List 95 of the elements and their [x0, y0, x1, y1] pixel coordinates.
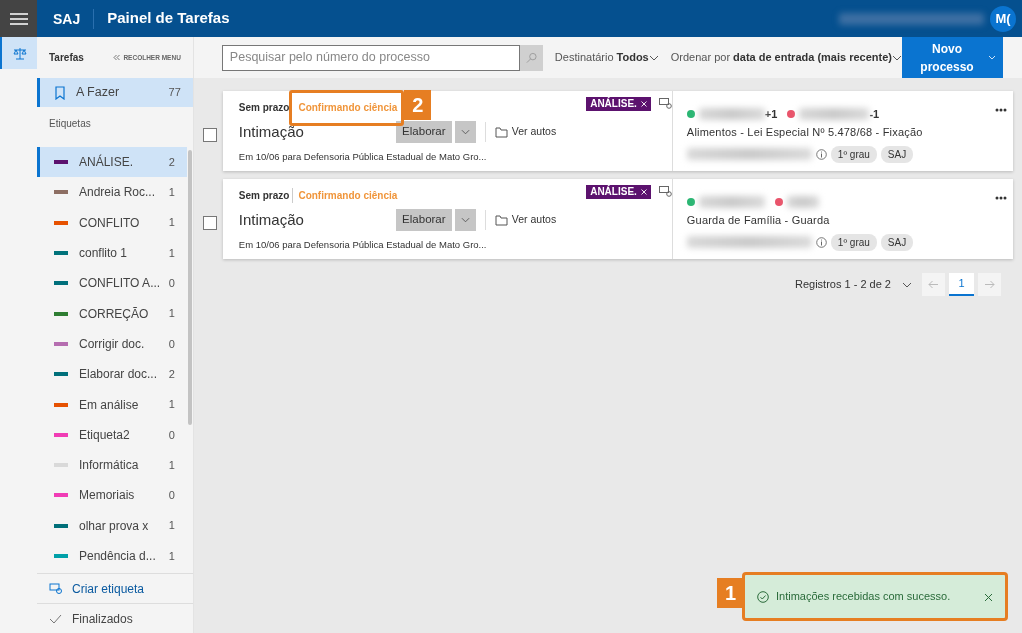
- page-title: Painel de Tarefas: [106, 8, 230, 29]
- arrow-left-icon: [928, 280, 939, 289]
- label-item[interactable]: Em análise 1: [37, 389, 187, 420]
- sort-dropdown[interactable]: Ordenar por data de entrada (mais recente): [670, 49, 902, 66]
- label-item[interactable]: Informática 1: [37, 449, 187, 481]
- minus-dot: [787, 110, 796, 118]
- user-avatar[interactable]: M(: [990, 5, 1016, 32]
- deadline-text: Sem prazo: [238, 188, 290, 203]
- label-item[interactable]: Corrigir doc. 0: [37, 328, 187, 360]
- records-summary: Registros 1 - 2 de 2: [795, 277, 891, 293]
- party-count: -1: [869, 106, 880, 122]
- chevron-down-icon: [648, 54, 659, 61]
- search-button[interactable]: [519, 44, 543, 71]
- menu-icon: [9, 12, 28, 25]
- task-checkbox[interactable]: [202, 216, 217, 230]
- tag-chip[interactable]: ANÁLISE.: [586, 185, 651, 199]
- subject-text: Guarda de Família - Guarda: [686, 213, 831, 228]
- toast-message: Intimações recebidas com sucesso.: [776, 589, 951, 605]
- app-logo: SAJ: [40, 8, 95, 29]
- more-icon: [995, 196, 1007, 201]
- tasks-nav-button[interactable]: [0, 37, 37, 69]
- plus-dot: [686, 110, 695, 118]
- search-icon: [525, 51, 537, 64]
- remove-tag-icon: [640, 189, 647, 196]
- plus-dot: [686, 198, 695, 206]
- label-item[interactable]: Andreia Roc... 1: [37, 177, 187, 208]
- remove-tag-icon: [640, 101, 647, 108]
- chevron-down-icon: [988, 55, 996, 60]
- check-icon: [49, 613, 62, 624]
- label-item[interactable]: olhar prova x 1: [37, 510, 187, 541]
- label-item[interactable]: CONFLITO 1: [37, 207, 187, 238]
- recipient-text: Em 10/06 para Defensoria Pública Estadual de Mato Gro...: [238, 238, 488, 252]
- minus-dot: [774, 198, 783, 206]
- label-item[interactable]: CORREÇÃO 1: [37, 298, 187, 329]
- info-chip: SAJ: [880, 233, 914, 251]
- task-checkbox[interactable]: [202, 128, 217, 142]
- label-item[interactable]: Elaborar doc... 2: [37, 359, 187, 390]
- task-type: Intimação: [238, 209, 305, 230]
- tag-chip[interactable]: ANÁLISE.: [586, 97, 651, 111]
- status-text: Confirmando ciência: [292, 187, 398, 203]
- chevron-down-icon: [460, 129, 470, 135]
- elaborate-button[interactable]: Elaborar: [395, 209, 452, 231]
- sidebar-heading: Tarefas: [49, 51, 84, 65]
- label-item[interactable]: Pendência d... 1: [37, 540, 187, 572]
- double-chevron-icon: [113, 54, 121, 61]
- subject-text: Alimentos - Lei Especial Nº 5.478/68 - Fixação: [686, 125, 924, 140]
- more-actions-button[interactable]: [454, 209, 476, 231]
- status-text: Confirmando ciência: [297, 100, 398, 115]
- menu-button[interactable]: [0, 0, 37, 37]
- chevron-down-icon: [901, 281, 912, 288]
- deadline-text: Sem prazo: [238, 100, 290, 115]
- folder-icon: [494, 126, 508, 138]
- check-circle-icon: [757, 590, 769, 603]
- view-records-link[interactable]: Ver autos: [494, 124, 557, 140]
- elaborate-button[interactable]: Elaborar: [395, 121, 452, 143]
- close-icon: [984, 592, 993, 602]
- new-process-button[interactable]: Novo processo: [902, 37, 1003, 78]
- arrow-right-icon: [984, 280, 995, 289]
- create-label-button[interactable]: Criar etiqueta: [37, 573, 193, 603]
- party-count: +1: [764, 106, 778, 122]
- recipient-dropdown[interactable]: Destinatário Todos: [554, 49, 659, 66]
- blurred-text: [786, 196, 819, 208]
- label-item[interactable]: CONFLITO A... 0: [37, 268, 187, 299]
- page-button[interactable]: 1: [949, 273, 974, 296]
- bookmark-icon: [54, 85, 66, 100]
- step-number-badge: 2: [404, 89, 432, 120]
- task-type: Intimação: [238, 121, 305, 142]
- window-gear-icon[interactable]: [658, 98, 672, 109]
- info-chip: SAJ: [880, 145, 914, 163]
- search-field[interactable]: Pesquisar pelo número do processo: [221, 44, 520, 71]
- blurred-text: [799, 108, 870, 120]
- window-gear-icon[interactable]: [658, 186, 672, 197]
- step-number-badge: 1: [717, 578, 744, 608]
- folder-icon: [494, 214, 508, 226]
- info-chip: 1º grau: [830, 145, 877, 163]
- label-item[interactable]: ANÁLISE. 2: [37, 147, 187, 178]
- blurred-text: [698, 108, 765, 120]
- info-icon: [815, 148, 827, 160]
- finished-nav-item[interactable]: Finalizados: [37, 603, 193, 633]
- view-records-link[interactable]: Ver autos: [494, 212, 557, 228]
- recipient-text: Em 10/06 para Defensoria Pública Estadual de Mato Gro...: [238, 150, 488, 164]
- chevron-down-icon: [460, 217, 470, 223]
- label-item[interactable]: Memoriais 0: [37, 480, 187, 511]
- label-add-icon: [49, 583, 62, 594]
- more-icon: [995, 108, 1007, 113]
- info-icon: [815, 236, 827, 248]
- todo-item[interactable]: A Fazer 77: [37, 78, 193, 107]
- more-actions-button[interactable]: [454, 121, 476, 143]
- label-item[interactable]: Etiqueta2 0: [37, 419, 187, 450]
- scales-icon: [12, 46, 27, 60]
- info-chip: 1º grau: [830, 233, 877, 251]
- section-heading: Etiquetas: [48, 117, 92, 131]
- blurred-text: [698, 196, 765, 208]
- chevron-down-icon: [892, 54, 902, 61]
- label-item[interactable]: conflito 1 1: [37, 237, 187, 269]
